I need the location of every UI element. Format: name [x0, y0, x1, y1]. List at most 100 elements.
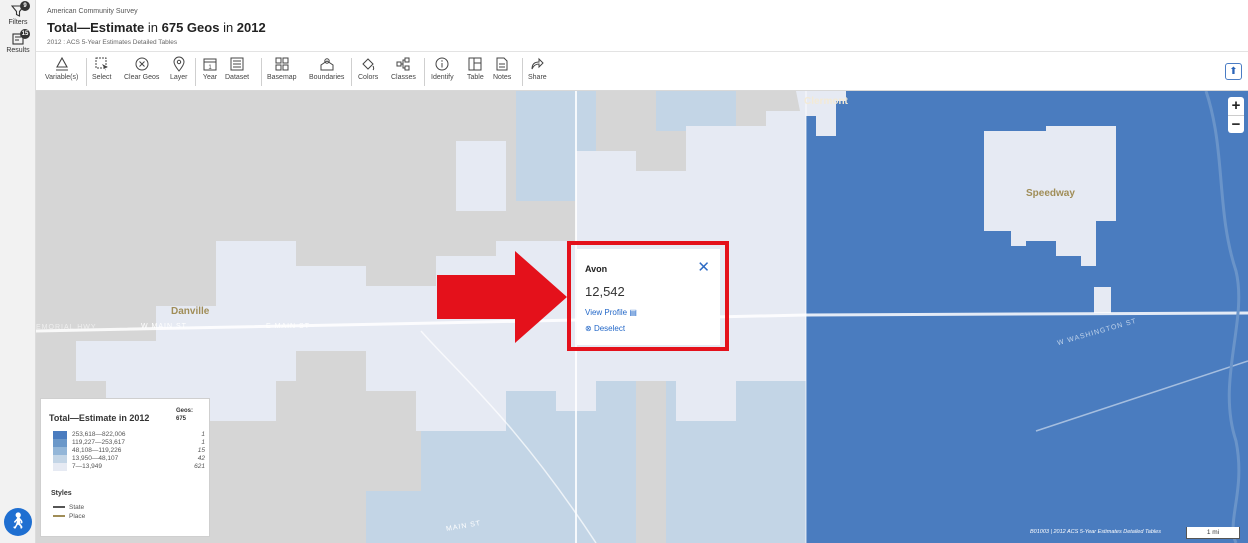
- tool-label: Notes: [493, 74, 512, 81]
- tool-layer[interactable]: Layer: [170, 56, 188, 81]
- tool-year[interactable]: 1 Year: [202, 56, 218, 81]
- tool-colors[interactable]: Colors: [358, 56, 378, 81]
- tool-clear-geos[interactable]: Clear Geos: [124, 56, 159, 81]
- tool-label: Variable(s): [45, 74, 79, 81]
- tool-variables[interactable]: Variable(s): [45, 56, 78, 81]
- legend-swatch: [53, 447, 67, 455]
- legend-count: 1: [201, 431, 205, 438]
- notes-icon: [496, 57, 508, 71]
- tool-label: Boundaries: [309, 74, 345, 81]
- toolbar-divider: [195, 58, 196, 86]
- legend-style-place: Place: [53, 513, 85, 520]
- legend-swatch: [53, 439, 67, 447]
- boundaries-icon: [320, 58, 334, 71]
- left-rail: 9 Filters 15 Results 🚶︎: [0, 0, 36, 543]
- tool-label: Identify: [431, 74, 454, 81]
- tool-label: Dataset: [225, 74, 250, 81]
- legend-row: 253,618—822,006 1: [53, 431, 205, 439]
- legend-swatch: [53, 431, 67, 439]
- toolbar-divider: [424, 58, 425, 86]
- filter-icon: 9: [9, 1, 30, 19]
- tool-label: Table: [467, 74, 484, 81]
- road-label-w-main-st: W MAIN ST: [141, 323, 187, 330]
- filters-label: Filters: [8, 19, 28, 26]
- legend-range: 253,618—822,006: [72, 431, 126, 438]
- results-badge: 15: [20, 29, 30, 39]
- legend-row: 48,108—119,226 15: [53, 447, 205, 455]
- mid-class-area: [656, 91, 736, 131]
- tool-identify[interactable]: Identify: [431, 56, 454, 81]
- legend-count: 15: [197, 447, 205, 454]
- legend-range: 13,950—48,107: [72, 455, 119, 462]
- tool-table[interactable]: Table: [467, 56, 484, 81]
- legend-count: 1: [201, 439, 205, 446]
- legend-title: Total—Estimate in 2012: [49, 413, 150, 423]
- tool-label: Layer: [170, 74, 188, 81]
- tool-label: Share: [528, 74, 547, 81]
- place-label-speedway: Speedway: [1026, 188, 1075, 199]
- accessibility-icon: 🚶︎: [7, 513, 29, 530]
- info-icon: [435, 57, 449, 71]
- title-in-2: in: [219, 20, 237, 35]
- tool-dataset[interactable]: Dataset: [225, 56, 249, 81]
- legend-swatch: [53, 455, 67, 463]
- zoom-out-button[interactable]: −: [1228, 115, 1244, 133]
- toolbar-divider: [86, 58, 87, 86]
- basemap-icon: [275, 57, 289, 71]
- title-geos: 675 Geos: [161, 20, 220, 35]
- clear-icon: [135, 57, 149, 71]
- accessibility-button[interactable]: 🚶︎: [4, 508, 32, 536]
- zoom-control: + −: [1228, 97, 1244, 133]
- legend-row: 13,950—48,107 42: [53, 455, 205, 463]
- page-title: Total—Estimate in 675 Geos in 2012: [47, 20, 266, 35]
- toolbar-divider: [522, 58, 523, 86]
- map-legend: Total—Estimate in 2012 Geos: 675 253,618—…: [40, 398, 210, 537]
- variables-icon: [55, 56, 68, 71]
- annotation-highlight-box: [567, 241, 729, 351]
- filters-button[interactable]: 9 Filters: [0, 1, 36, 26]
- header: American Community Survey Total—Estimate…: [36, 0, 1248, 52]
- place-label-clermont: Clermont: [804, 96, 848, 107]
- legend-range: 48,108—119,226: [72, 447, 122, 454]
- speedway-place: [1094, 287, 1111, 313]
- colors-icon: [362, 58, 375, 71]
- tool-classes[interactable]: Classes: [391, 56, 416, 81]
- tool-select[interactable]: Select: [92, 56, 111, 81]
- legend-range: 119,227—253,617: [72, 439, 126, 446]
- toolbar-divider: [261, 58, 262, 86]
- tool-boundaries[interactable]: Boundaries: [309, 56, 344, 81]
- tool-share[interactable]: Share: [528, 56, 547, 81]
- toolbar-divider: [351, 58, 352, 86]
- collapse-toolbar-button[interactable]: ⬆︎: [1225, 63, 1242, 80]
- title-variable: Total—Estimate: [47, 20, 145, 35]
- annotation-arrow: [437, 251, 567, 343]
- dataset-icon: [230, 57, 244, 71]
- results-label: Results: [6, 47, 30, 54]
- tool-label: Classes: [391, 74, 416, 81]
- road-label-memorial-hwy: EMORIAL HWY: [36, 324, 97, 331]
- legend-geos-count: 675: [176, 416, 187, 422]
- legend-style-label: State: [69, 504, 85, 511]
- legend-styles-title: Styles: [51, 490, 72, 497]
- survey-name: American Community Survey: [47, 8, 138, 15]
- tool-label: Basemap: [267, 74, 297, 81]
- tool-notes[interactable]: Notes: [493, 56, 511, 81]
- tool-label: Colors: [358, 74, 379, 81]
- road-label-main-st: E MAIN ST: [266, 323, 311, 330]
- zoom-in-button[interactable]: +: [1228, 97, 1244, 115]
- legend-row: 7—13,949 621: [53, 463, 205, 471]
- tool-label: Year: [202, 74, 218, 81]
- light-class-area: [456, 141, 506, 211]
- results-button[interactable]: 15 Results: [0, 29, 36, 54]
- legend-range: 7—13,949: [72, 463, 102, 470]
- place-line-swatch: [53, 515, 65, 518]
- state-line-swatch: [53, 506, 65, 509]
- classes-icon: [396, 57, 410, 71]
- calendar-icon: 1: [203, 58, 217, 71]
- tool-basemap[interactable]: Basemap: [267, 56, 297, 81]
- legend-style-state: State: [53, 504, 84, 511]
- place-label-danville: Danville: [171, 306, 210, 317]
- legend-swatch: [53, 463, 67, 471]
- map-toolbar: Variable(s) Select Clear Geos Layer 1 Ye…: [36, 52, 1248, 91]
- legend-geos-label: Geos:: [176, 408, 194, 414]
